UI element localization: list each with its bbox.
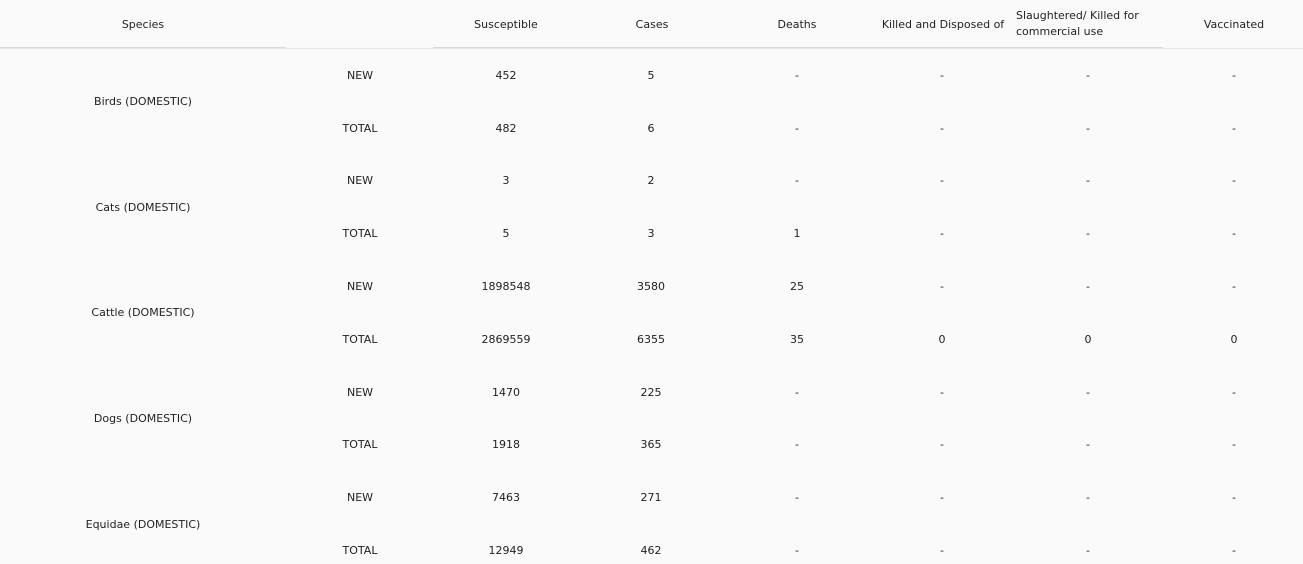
cases-value: 6 [647,122,655,135]
killed-value: - [940,438,944,451]
cases-value: 6355 [637,333,665,346]
row-type: NEW [346,280,374,293]
killed-value: - [940,386,944,399]
slaughtered-value: - [1086,544,1090,557]
susceptible-value: 1898548 [481,280,531,293]
killed-value: - [940,122,944,135]
row-type: NEW [346,174,374,187]
vaccinated-value: - [1232,174,1236,187]
vaccinated-value: - [1232,386,1236,399]
header-cases: Cases [635,17,669,31]
susceptible-value: 5 [502,227,510,240]
vaccinated-value: - [1232,491,1236,504]
deaths-value: - [795,491,799,504]
slaughtered-value: - [1086,386,1090,399]
killed-value: - [940,227,944,240]
row-type: TOTAL [342,227,378,240]
species-label: Equidae (DOMESTIC) [85,518,201,531]
slaughtered-value: - [1086,69,1090,82]
deaths-value: - [795,174,799,187]
vaccinated-value: - [1232,69,1236,82]
slaughtered-value: - [1086,491,1090,504]
deaths-value: - [795,122,799,135]
species-label: Dogs (DOMESTIC) [93,412,193,425]
killed-value: - [940,174,944,187]
cases-value: 462 [640,544,662,557]
susceptible-value: 12949 [488,544,524,557]
vaccinated-value: - [1232,280,1236,293]
susceptible-value: 482 [495,122,517,135]
deaths-value: - [795,69,799,82]
susceptible-value: 452 [495,69,517,82]
slaughtered-value: - [1086,122,1090,135]
vaccinated-value: - [1232,227,1236,240]
row-type: NEW [346,386,374,399]
cases-value: 365 [640,438,662,451]
killed-value: - [940,69,944,82]
header-vaccinated: Vaccinated [1203,17,1265,31]
cases-value: 3580 [637,280,665,293]
killed-value: - [940,491,944,504]
row-type: TOTAL [342,122,378,135]
species-label: Cattle (DOMESTIC) [91,306,195,319]
header-species: Species [121,17,165,31]
row-type: NEW [346,69,374,82]
slaughtered-value: - [1086,438,1090,451]
slaughtered-value: - [1086,227,1090,240]
killed-value: 0 [938,333,946,346]
vaccinated-value: 0 [1230,333,1238,346]
vaccinated-value: - [1232,122,1236,135]
killed-value: - [940,280,944,293]
header-susceptible: Susceptible [474,17,538,31]
outbreak-species-table: Species Susceptible Cases Deaths Killed … [0,0,1303,564]
deaths-value: - [795,438,799,451]
deaths-value: 1 [793,227,801,240]
row-type: TOTAL [342,333,378,346]
header-killed-disposed: Killed and Disposed of [881,17,1005,31]
cases-value: 2 [647,174,655,187]
deaths-value: - [795,386,799,399]
row-type: TOTAL [342,438,378,451]
species-label: Birds (DOMESTIC) [94,95,192,108]
species-label: Cats (DOMESTIC) [95,201,191,214]
slaughtered-value: - [1086,280,1090,293]
susceptible-value: 3 [502,174,510,187]
susceptible-value: 1918 [492,438,520,451]
susceptible-value: 7463 [492,491,520,504]
susceptible-value: 2869559 [481,333,531,346]
header-slaughtered-line2: commercial use [1016,25,1104,38]
deaths-value: 25 [790,280,804,293]
row-type: TOTAL [342,544,378,557]
cases-value: 271 [640,491,662,504]
deaths-value: - [795,544,799,557]
table-header: Species Susceptible Cases Deaths Killed … [0,0,1303,49]
vaccinated-value: - [1232,438,1236,451]
header-divider [433,47,1163,48]
cases-value: 225 [640,386,662,399]
cases-value: 3 [647,227,655,240]
slaughtered-value: - [1086,174,1090,187]
header-divider [0,47,286,48]
header-slaughtered: Slaughtered/ Killed for commercial use [1016,0,1162,48]
header-slaughtered-line1: Slaughtered/ Killed for [1016,9,1139,22]
deaths-value: 35 [790,333,804,346]
row-type: NEW [346,491,374,504]
vaccinated-value: - [1232,544,1236,557]
cases-value: 5 [647,69,655,82]
killed-value: - [940,544,944,557]
slaughtered-value: 0 [1084,333,1092,346]
susceptible-value: 1470 [492,386,520,399]
header-deaths: Deaths [777,17,817,31]
